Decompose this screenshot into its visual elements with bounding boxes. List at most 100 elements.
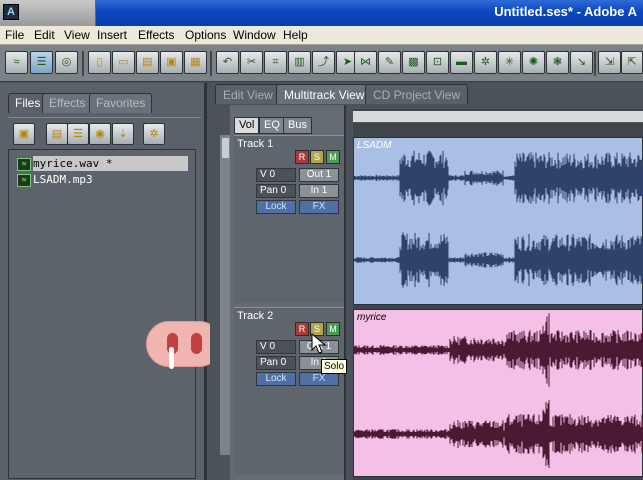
analysis-icon[interactable]: ↘ <box>570 51 593 74</box>
mute-button[interactable]: M <box>326 150 340 164</box>
loop-icon[interactable]: ✎ <box>378 51 401 74</box>
fx-button[interactable]: FX <box>299 372 339 386</box>
open-append-icon[interactable]: ▤ <box>136 51 159 74</box>
audio-clip[interactable]: myrice <box>353 309 643 477</box>
fx-button[interactable]: FX <box>299 200 339 214</box>
list-item[interactable]: ≈ myrice.wav * <box>17 156 188 171</box>
files-panel: Files Effects Favorites ▣ ▤ ☰ ◉ ⇣ ✲ ≈ my… <box>0 83 222 480</box>
file-name: myrice.wav * <box>33 157 113 170</box>
menu-file[interactable]: File <box>5 28 24 42</box>
lock-button[interactable]: Lock <box>256 372 296 386</box>
tab-multitrack-view[interactable]: Multitrack View <box>276 84 373 104</box>
waveform <box>354 150 643 288</box>
subtab-bus[interactable]: Bus <box>283 117 312 134</box>
wave-file-icon: ≈ <box>17 158 31 171</box>
tab-effects[interactable]: Effects <box>42 93 93 113</box>
new-icon[interactable]: ▯ <box>88 51 111 74</box>
open-icon[interactable]: ▭ <box>112 51 135 74</box>
wave-file-icon: ≈ <box>17 174 31 187</box>
open-file-icon[interactable]: ▣ <box>13 123 35 145</box>
file-toolbar: ▣ ▤ ☰ ◉ ⇣ ✲ <box>8 117 201 149</box>
lock-button[interactable]: Lock <box>256 200 296 214</box>
subtab-vol[interactable]: Vol <box>234 117 260 134</box>
file-list: ≈ myrice.wav * ≈ LSADM.mp3 <box>8 149 196 479</box>
record-arm-button[interactable]: R <box>295 322 309 336</box>
menu-bar: File Edit View Insert Effects Options Wi… <box>0 26 643 45</box>
window-title: Untitled.ses* - Adobe A <box>494 4 637 19</box>
solo-button[interactable]: S <box>310 150 324 164</box>
waveform-channel <box>354 400 643 468</box>
file-name: LSADM.mp3 <box>33 173 93 186</box>
mouse-pointer-icon <box>311 333 327 354</box>
clip-name: LSADM <box>357 140 392 151</box>
track-controls-panel: Vol EQ Bus Track 1 R S M V 0 Out 1 Pan 0… <box>230 105 346 480</box>
title-bar-tab: A <box>0 0 96 26</box>
input-button[interactable]: In 1 <box>299 184 339 198</box>
tooth <box>169 347 174 369</box>
insert-file-icon[interactable]: ⇣ <box>112 123 134 145</box>
cut-icon[interactable]: ✂ <box>240 51 263 74</box>
app-icon[interactable]: A <box>3 4 19 20</box>
waveform-icon[interactable]: ≈ <box>5 51 28 74</box>
volume-field[interactable]: V 0 <box>256 168 296 182</box>
trim-icon[interactable]: ▥ <box>288 51 311 74</box>
zoom-icon[interactable]: ⇲ <box>598 51 621 74</box>
snap-icon[interactable]: ✲ <box>474 51 497 74</box>
tab-cd-project-view[interactable]: CD Project View <box>365 84 469 104</box>
pan-field[interactable]: Pan 0 <box>256 184 296 198</box>
menu-help[interactable]: Help <box>283 28 308 42</box>
cd-icon[interactable]: ◎ <box>55 51 78 74</box>
undo-icon[interactable]: ↶ <box>216 51 239 74</box>
vertical-scrollbar[interactable] <box>220 135 230 455</box>
list-item[interactable]: ≈ LSADM.mp3 <box>17 172 93 187</box>
fx-icon[interactable]: ✺ <box>522 51 545 74</box>
toolbar-separator <box>210 51 212 76</box>
waveform-channel <box>354 150 643 206</box>
waveform-channel <box>354 313 643 387</box>
timeline-ruler[interactable] <box>353 111 643 123</box>
zoom-out-icon[interactable]: ⇱ <box>621 51 643 74</box>
volume-field[interactable]: V 0 <box>256 340 296 354</box>
time-icon[interactable]: ✳ <box>498 51 521 74</box>
menu-options[interactable]: Options <box>185 28 226 42</box>
audio-clip[interactable]: LSADM <box>353 137 643 305</box>
track-name: Track 1 <box>237 138 274 150</box>
tooltip: Solo <box>321 359 347 374</box>
track-name: Track 2 <box>237 310 274 322</box>
menu-insert[interactable]: Insert <box>97 28 127 42</box>
menu-view[interactable]: View <box>64 28 90 42</box>
crop-icon[interactable]: ⌗ <box>264 51 287 74</box>
options-icon[interactable]: ✲ <box>143 123 165 145</box>
lock-icon[interactable]: ⊡ <box>426 51 449 74</box>
tab-edit-view[interactable]: Edit View <box>215 84 281 104</box>
save-icon[interactable]: ▣ <box>160 51 183 74</box>
nostril <box>191 333 202 354</box>
menu-edit[interactable]: Edit <box>34 28 55 42</box>
subtab-eq[interactable]: EQ <box>259 117 285 134</box>
record-icon[interactable]: ▩ <box>402 51 425 74</box>
record-arm-button[interactable]: R <box>295 150 309 164</box>
toolbar: ≈ ☰ ◎ ▯ ▭ ▤ ▣ ▦ ↶ ✂ ⌗ ▥ ⤴ ➤ ⋈ ✎ ▩ ⊡ ▬ ✲ … <box>0 45 643 82</box>
multitrack-icon[interactable]: ☰ <box>30 51 53 74</box>
multitrack-area: Edit View Multitrack View CD Project Vie… <box>210 83 643 480</box>
mix-icon[interactable]: ⋈ <box>354 51 377 74</box>
waveform-area[interactable]: LSADM myrice <box>353 109 643 480</box>
menu-window[interactable]: Window <box>233 28 276 42</box>
import-icon[interactable]: ▤ <box>46 123 68 145</box>
output-button[interactable]: Out 1 <box>299 168 339 182</box>
menu-effects[interactable]: Effects <box>138 28 174 42</box>
close-file-icon[interactable]: ☰ <box>67 123 89 145</box>
scrollbar-thumb[interactable] <box>222 138 229 158</box>
split-icon[interactable]: ⤴ <box>312 51 335 74</box>
toolbar-separator <box>82 51 84 76</box>
group-icon[interactable]: ▬ <box>450 51 473 74</box>
eq-icon[interactable]: ❃ <box>546 51 569 74</box>
toolbar-separator <box>594 51 596 76</box>
mute-button[interactable]: M <box>326 322 340 336</box>
waveform-channel <box>354 232 643 288</box>
tab-favorites[interactable]: Favorites <box>89 93 153 113</box>
play-file-icon[interactable]: ◉ <box>89 123 111 145</box>
save-all-icon[interactable]: ▦ <box>184 51 207 74</box>
clip-name: myrice <box>357 312 387 323</box>
pan-field[interactable]: Pan 0 <box>256 356 296 370</box>
